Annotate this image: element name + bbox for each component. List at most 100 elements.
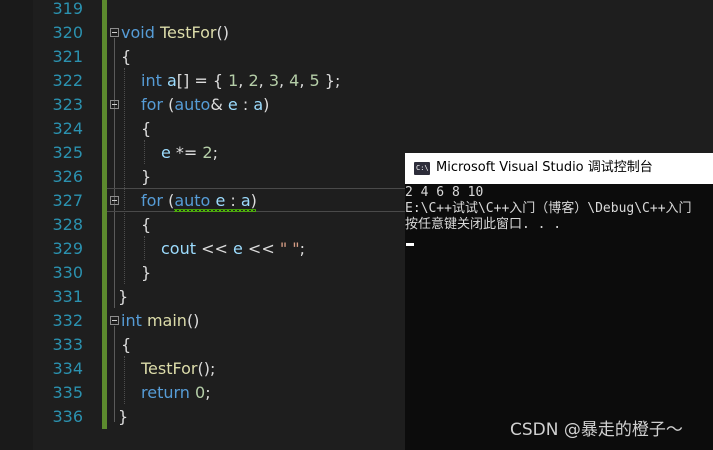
code-line: for (auto& e : a) — [141, 93, 269, 117]
code-punctuation: ; — [205, 383, 211, 402]
code-punctuation: () — [186, 311, 200, 330]
code-punctuation: , — [258, 71, 269, 90]
keyword: auto — [174, 191, 211, 210]
code-punctuation: ) — [250, 191, 257, 210]
number-literal: 2 — [202, 143, 213, 162]
code-line: int a[] = { 1, 2, 3, 4, 5 }; — [141, 69, 340, 93]
variable: a — [166, 71, 177, 90]
code-punctuation: : — [225, 191, 241, 210]
line-number: 330 — [52, 263, 83, 282]
indent-guide — [124, 68, 125, 284]
function-name: TestFor — [159, 23, 217, 42]
code-punctuation: ) — [263, 95, 270, 114]
variable: e — [232, 239, 243, 258]
line-number: 331 — [52, 287, 83, 306]
line-number: 319 — [52, 0, 83, 18]
watermark: CSDN @暴走的橙子～ — [510, 420, 683, 440]
function-name: TestFor — [141, 359, 198, 378]
line-number: 335 — [52, 383, 83, 402]
keyword: void — [121, 23, 155, 42]
warning-squiggle[interactable] — [174, 209, 256, 212]
line-number: 333 — [52, 335, 83, 354]
code-punctuation: , — [299, 71, 310, 90]
keyword: for — [141, 95, 163, 114]
code-punctuation: << — [242, 239, 280, 258]
keyword: auto — [174, 95, 211, 114]
console-icon-label: C:\ — [416, 164, 429, 172]
fold-region-line — [114, 38, 115, 308]
number-literal: 3 — [268, 71, 279, 90]
code-line: cout << e << " "; — [161, 237, 305, 261]
code-line: { — [141, 215, 152, 234]
code-punctuation: ( — [163, 95, 175, 114]
number-literal: 5 — [309, 71, 320, 90]
collapse-icon[interactable] — [110, 100, 119, 109]
collapse-icon[interactable] — [110, 28, 119, 37]
number-literal: 4 — [289, 71, 300, 90]
variable: e — [215, 191, 226, 210]
line-number: 326 — [52, 167, 83, 186]
console-output-line: E:\C++试试\C++入门（博客）\Debug\C++入门 — [405, 201, 692, 216]
keyword: int — [121, 311, 142, 330]
line-number: 336 — [52, 407, 83, 426]
code-line: e *= 2; — [161, 141, 218, 165]
variable: a — [240, 191, 251, 210]
code-punctuation: [] = { — [176, 71, 229, 90]
string-literal: " " — [279, 239, 300, 258]
code-line: { — [141, 119, 152, 138]
variable: a — [253, 95, 264, 114]
line-number: 320 — [52, 23, 83, 42]
change-tracking-bar — [102, 0, 107, 429]
line-number: 334 — [52, 359, 83, 378]
line-number: 324 — [52, 119, 83, 138]
line-number: 322 — [52, 71, 83, 90]
code-punctuation: ( — [163, 191, 175, 210]
code-punctuation: ; — [299, 239, 306, 258]
debug-console-window[interactable]: C:\ Microsoft Visual Studio 调试控制台 2 4 6 … — [405, 153, 713, 450]
code-punctuation: }; — [319, 71, 341, 90]
code-line: } — [141, 263, 152, 282]
code-line: TestFor(); — [141, 357, 215, 381]
console-app-icon: C:\ — [414, 162, 430, 175]
code-punctuation: ; — [212, 143, 218, 162]
console-output-line: 2 4 6 8 10 — [405, 185, 484, 200]
keyword: for — [141, 191, 163, 210]
code-punctuation: : — [237, 95, 254, 114]
indent-guide — [144, 236, 145, 260]
keyword: return — [141, 383, 190, 402]
code-punctuation: , — [238, 71, 249, 90]
number-literal: 0 — [195, 383, 206, 402]
line-number: 332 — [52, 311, 83, 330]
editor-margin — [0, 0, 33, 450]
number-literal: 2 — [248, 71, 259, 90]
line-number: 328 — [52, 215, 83, 234]
line-number: 329 — [52, 239, 83, 258]
code-punctuation: , — [279, 71, 290, 90]
line-number: 323 — [52, 95, 83, 114]
code-punctuation: & — [210, 95, 228, 114]
console-titlebar[interactable]: C:\ Microsoft Visual Studio 调试控制台 — [405, 153, 713, 184]
variable: e — [161, 143, 171, 162]
code-punctuation: (); — [197, 359, 216, 378]
indent-guide — [144, 140, 145, 164]
code-line: return 0; — [141, 381, 211, 405]
indent-guide — [124, 356, 125, 404]
console-title: Microsoft Visual Studio 调试控制台 — [436, 160, 653, 175]
line-number: 321 — [52, 47, 83, 66]
collapse-icon[interactable] — [110, 316, 119, 325]
code-line: { — [121, 335, 132, 354]
function-name: main — [146, 311, 187, 330]
variable: e — [227, 95, 238, 114]
number-literal: 1 — [228, 71, 239, 90]
variable: cout — [161, 239, 196, 258]
code-line: void TestFor() — [121, 21, 229, 45]
console-output-line: 按任意键关闭此窗口. . . — [405, 217, 562, 232]
code-line: } — [141, 167, 152, 186]
code-line: int main() — [121, 309, 199, 333]
keyword: int — [141, 71, 162, 90]
code-line: } — [118, 287, 129, 306]
console-cursor — [406, 243, 414, 246]
line-number: 325 — [52, 143, 83, 162]
code-line: } — [118, 407, 129, 426]
code-line: { — [121, 47, 132, 66]
